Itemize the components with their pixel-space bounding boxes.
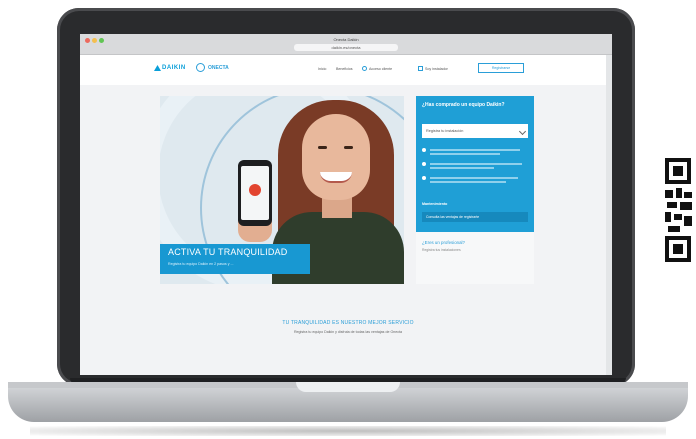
panel-title: ¿Has comprado un equipo Daikin? <box>422 102 505 108</box>
nav-item-benefits[interactable]: Beneficios <box>336 67 353 71</box>
hero-image: ACTIVA TU TRANQUILIDAD Registra tu equip… <box>160 96 404 284</box>
qr-code <box>664 158 694 286</box>
onecta-logo-icon[interactable] <box>196 63 205 72</box>
section-heading: TU TRANQUILIDAD ES NUESTRO MEJOR SERVICI… <box>282 320 414 326</box>
site-header: DAIKIN ONECTA Inicio Beneficios Acceso c… <box>80 55 612 85</box>
user-icon <box>362 66 367 71</box>
close-window-icon[interactable] <box>85 38 90 43</box>
register-button[interactable]: Registrarse <box>478 63 524 73</box>
installation-select[interactable]: Registra tu instalación <box>422 124 528 138</box>
benefit-line <box>430 181 506 183</box>
address-bar[interactable]: daikin.es/onecta <box>294 44 398 51</box>
scrollbar[interactable] <box>606 55 612 375</box>
benefit-line <box>430 167 494 169</box>
maximize-window-icon[interactable] <box>99 38 104 43</box>
hero-person-eye <box>318 146 327 149</box>
daikin-logo[interactable]: DAIKIN <box>162 65 186 71</box>
section-subheading: Registra tu equipo Daikin y disfruta de … <box>293 330 403 334</box>
installer-icon <box>418 66 423 71</box>
qr-code-graphic <box>665 158 692 262</box>
nav-item-client-access[interactable]: Acceso cliente <box>369 67 392 71</box>
benefit-line <box>430 163 522 165</box>
hero-person-face <box>302 114 370 200</box>
thermostat-dial-icon <box>249 184 261 196</box>
nav-item-home[interactable]: Inicio <box>318 67 326 71</box>
onecta-logo[interactable]: ONECTA <box>208 65 229 71</box>
bullet-icon <box>422 162 426 166</box>
laptop-shadow <box>30 426 666 436</box>
daikin-logo-icon[interactable] <box>154 65 161 71</box>
minimize-window-icon[interactable] <box>92 38 97 43</box>
professional-subtitle: Registra tus instalaciones <box>422 248 461 252</box>
laptop-trackpad-notch <box>296 382 400 392</box>
browser-tab-title[interactable]: Onecta Daikin <box>306 37 386 43</box>
bullet-icon <box>422 176 426 180</box>
advantages-button[interactable]: Consulta las ventajas de registrarte <box>422 212 528 222</box>
professional-title[interactable]: ¿Eres un profesional? <box>422 240 465 245</box>
benefit-line <box>430 153 500 155</box>
hero-person-eye <box>344 146 353 149</box>
hero-subtext: Registra tu equipo Daikin en 2 pasos y .… <box>168 262 234 266</box>
laptop-screen: Onecta Daikin daikin.es/onecta DAIKIN ON… <box>80 34 612 375</box>
hero-headline: ACTIVA TU TRANQUILIDAD <box>168 247 288 257</box>
benefit-line <box>430 149 520 151</box>
panel-section-label: Mantenimiento <box>422 202 448 206</box>
nav-item-installer[interactable]: Soy instalador <box>425 67 448 71</box>
benefit-line <box>430 177 518 179</box>
bullet-icon <box>422 148 426 152</box>
browser-titlebar: Onecta Daikin daikin.es/onecta <box>80 34 612 55</box>
